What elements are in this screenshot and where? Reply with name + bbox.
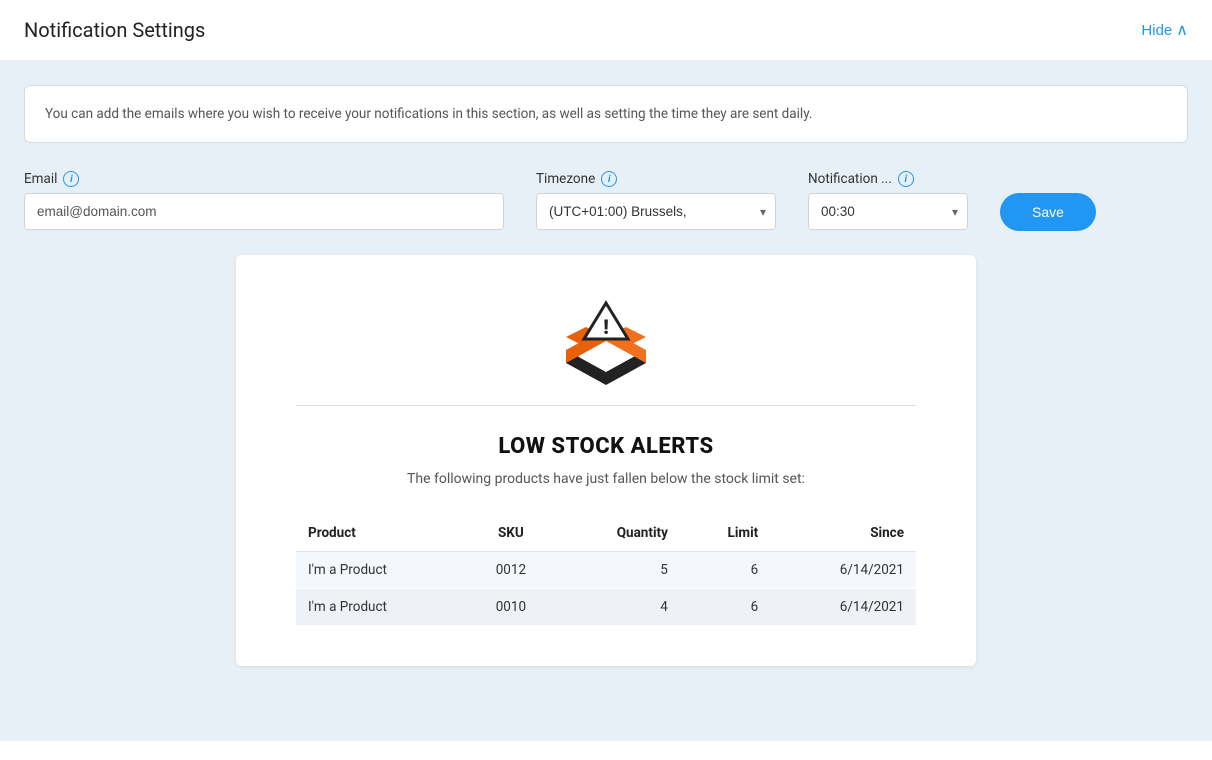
col-limit: Limit bbox=[680, 515, 770, 552]
cell-sku: 0010 bbox=[466, 589, 556, 626]
table-row: I'm a Product 0010 4 6 6/14/2021 bbox=[296, 589, 916, 626]
email-label: Email i bbox=[24, 171, 504, 187]
notification-info-icon[interactable]: i bbox=[898, 171, 914, 187]
timezone-select[interactable]: (UTC+01:00) Brussels, bbox=[536, 193, 776, 230]
col-since: Since bbox=[770, 515, 916, 552]
alert-icon-area: ! bbox=[296, 295, 916, 385]
notification-field-group: Notification ... i 00:30 ▾ bbox=[808, 171, 968, 230]
content-area: You can add the emails where you wish to… bbox=[0, 61, 1212, 741]
page-title: Notification Settings bbox=[24, 18, 205, 42]
info-box-text: You can add the emails where you wish to… bbox=[45, 106, 812, 122]
col-sku: SKU bbox=[466, 515, 556, 552]
chevron-up-icon: ∧ bbox=[1176, 20, 1188, 40]
timezone-label: Timezone i bbox=[536, 171, 776, 187]
alert-title: LOW STOCK ALERTS bbox=[296, 434, 916, 459]
notification-select-wrapper: 00:30 ▾ bbox=[808, 193, 968, 230]
cell-limit: 6 bbox=[680, 589, 770, 626]
cell-since: 6/14/2021 bbox=[770, 589, 916, 626]
col-product: Product bbox=[296, 515, 466, 552]
table-body: I'm a Product 0012 5 6 6/14/2021 I'm a P… bbox=[296, 552, 916, 626]
form-row: Email i Timezone i (UTC+01:00) Brussels,… bbox=[24, 171, 1188, 231]
page-wrapper: Notification Settings Hide ∧ You can add… bbox=[0, 0, 1212, 760]
email-preview-card: ! LOW STOCK ALERTS The following product… bbox=[236, 255, 976, 666]
cell-product: I'm a Product bbox=[296, 589, 466, 626]
notification-label: Notification ... i bbox=[808, 171, 968, 187]
email-input[interactable] bbox=[24, 193, 504, 230]
divider bbox=[296, 405, 916, 406]
table-header: Product SKU Quantity Limit Since bbox=[296, 515, 916, 552]
email-field-group: Email i bbox=[24, 171, 504, 230]
info-box: You can add the emails where you wish to… bbox=[24, 85, 1188, 143]
table-row: I'm a Product 0012 5 6 6/14/2021 bbox=[296, 552, 916, 589]
cell-since: 6/14/2021 bbox=[770, 552, 916, 589]
cell-quantity: 4 bbox=[556, 589, 680, 626]
header: Notification Settings Hide ∧ bbox=[0, 0, 1212, 61]
cell-product: I'm a Product bbox=[296, 552, 466, 589]
timezone-field-group: Timezone i (UTC+01:00) Brussels, ▾ bbox=[536, 171, 776, 230]
timezone-info-icon[interactable]: i bbox=[601, 171, 617, 187]
hide-label: Hide bbox=[1141, 22, 1172, 39]
svg-text:!: ! bbox=[603, 315, 609, 339]
cell-sku: 0012 bbox=[466, 552, 556, 589]
hide-button[interactable]: Hide ∧ bbox=[1141, 20, 1188, 40]
email-info-icon[interactable]: i bbox=[63, 171, 79, 187]
low-stock-icon: ! bbox=[556, 295, 656, 385]
table-header-row: Product SKU Quantity Limit Since bbox=[296, 515, 916, 552]
alert-subtitle: The following products have just fallen … bbox=[296, 471, 916, 487]
col-quantity: Quantity bbox=[556, 515, 680, 552]
notification-time-select[interactable]: 00:30 bbox=[808, 193, 968, 230]
save-button[interactable]: Save bbox=[1000, 193, 1096, 231]
cell-quantity: 5 bbox=[556, 552, 680, 589]
stock-table: Product SKU Quantity Limit Since I'm a P… bbox=[296, 515, 916, 626]
timezone-select-wrapper: (UTC+01:00) Brussels, ▾ bbox=[536, 193, 776, 230]
cell-limit: 6 bbox=[680, 552, 770, 589]
